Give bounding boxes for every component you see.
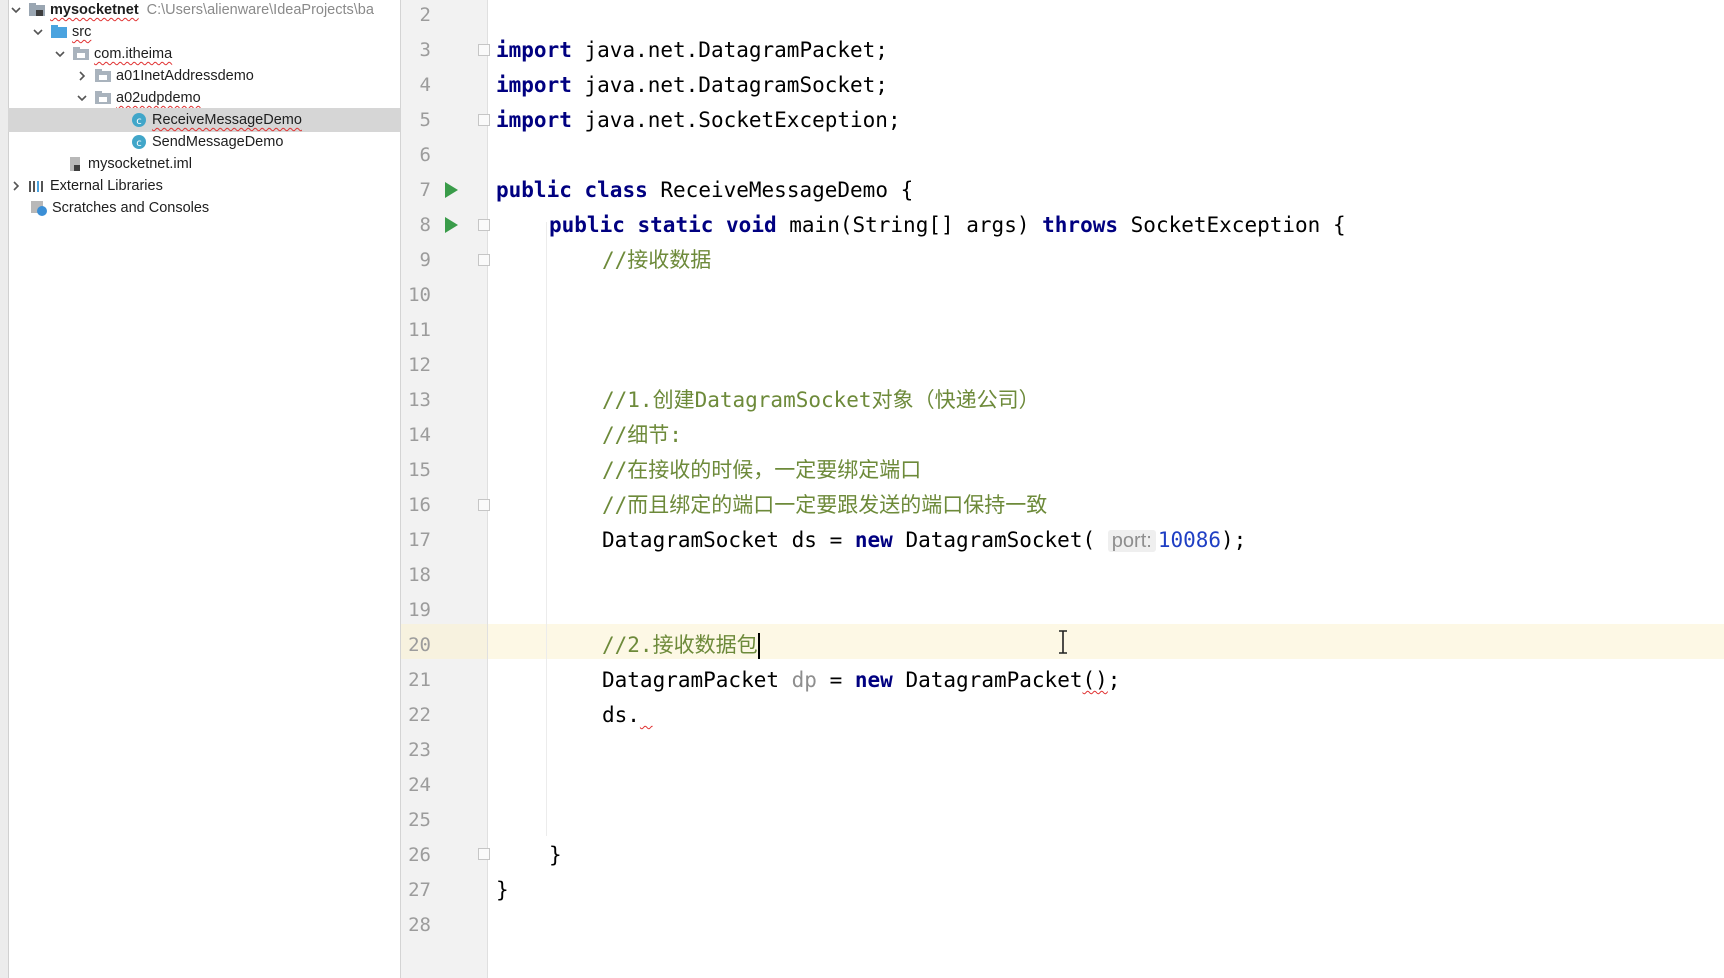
code-line-4[interactable]: import java.net.DatagramSocket; — [496, 68, 888, 103]
code-line-26-brace[interactable]: } — [549, 838, 562, 873]
src-label: src — [72, 24, 92, 40]
code-line-14-comment[interactable]: //细节: — [602, 418, 682, 453]
module-file-icon — [66, 156, 84, 172]
svg-text:c: c — [136, 138, 142, 149]
code-line-7[interactable]: public class ReceiveMessageDemo { — [496, 173, 913, 208]
tree-item-src[interactable]: src — [30, 20, 400, 44]
line-number: 8 — [419, 214, 431, 236]
fold-marker-icon[interactable] — [478, 499, 490, 511]
tree-item-external-libraries[interactable]: External Libraries — [8, 174, 400, 198]
fold-marker-icon[interactable] — [478, 848, 490, 860]
line-number: 2 — [419, 4, 431, 26]
line-number: 7 — [419, 179, 431, 201]
line-number: 12 — [408, 354, 431, 376]
line-number: 26 — [408, 844, 431, 866]
java-class-icon: c — [130, 134, 148, 150]
folder-a02-label: a02udpdemo — [116, 90, 201, 106]
chevron-right-icon[interactable] — [74, 68, 90, 84]
tree-item-folder-a02[interactable]: a02udpdemo — [74, 86, 400, 110]
line-number: 9 — [419, 249, 431, 271]
parameter-hint: port: — [1107, 530, 1156, 552]
chevron-down-icon[interactable] — [8, 2, 24, 18]
scratches-label: Scratches and Consoles — [52, 200, 210, 216]
line-number: 24 — [408, 774, 431, 796]
line-number: 28 — [408, 914, 431, 936]
line-number: 3 — [419, 39, 431, 61]
java-class-icon: c — [130, 112, 148, 128]
fold-marker-icon[interactable] — [478, 114, 490, 126]
tree-item-scratches[interactable]: Scratches and Consoles — [8, 196, 400, 220]
tree-item-iml[interactable]: mysocketnet.iml — [8, 152, 400, 176]
package-icon — [72, 46, 90, 62]
svg-text:c: c — [136, 116, 142, 127]
code-line-13-comment[interactable]: //1.创建DatagramSocket对象（快递公司） — [602, 383, 1040, 418]
chevron-down-icon[interactable] — [30, 24, 46, 40]
tree-item-project-root[interactable]: mysocketnet C:\Users\alienware\IdeaProje… — [8, 0, 400, 22]
line-number: 18 — [408, 564, 431, 586]
fold-marker-icon[interactable] — [478, 254, 490, 266]
code-line-20-comment[interactable]: //2.接收数据包 — [602, 628, 760, 663]
project-root-path: C:\Users\alienware\IdeaProjects\ba — [146, 2, 374, 18]
library-icon — [28, 178, 46, 194]
code-line-9-comment[interactable]: //接收数据 — [602, 243, 711, 278]
tree-item-package[interactable]: com.itheima — [52, 42, 400, 66]
chevron-down-icon[interactable] — [52, 46, 68, 62]
chevron-right-icon[interactable] — [8, 178, 24, 194]
code-line-3[interactable]: import java.net.DatagramPacket; — [496, 33, 888, 68]
package-icon — [94, 68, 112, 84]
code-line-5[interactable]: import java.net.SocketException; — [496, 103, 901, 138]
line-number: 6 — [419, 144, 431, 166]
line-number: 13 — [408, 389, 431, 411]
code-line-16-comment[interactable]: //而且绑定的端口一定要跟发送的端口保持一致 — [602, 488, 1047, 523]
line-number: 11 — [408, 319, 431, 341]
code-line-15-comment[interactable]: //在接收的时候，一定要绑定端口 — [602, 453, 921, 488]
receive-message-demo-label: ReceiveMessageDemo — [152, 112, 302, 128]
run-main-icon[interactable] — [445, 217, 458, 233]
tree-item-send-message-demo[interactable]: c SendMessageDemo — [8, 130, 400, 154]
line-number: 17 — [408, 529, 431, 551]
chevron-down-icon[interactable] — [74, 90, 90, 106]
line-number: 20 — [408, 634, 431, 656]
code-line-22[interactable]: ds._ — [602, 698, 653, 733]
line-number: 23 — [408, 739, 431, 761]
line-number: 21 — [408, 669, 431, 691]
line-number: 14 — [408, 424, 431, 446]
source-folder-icon — [50, 24, 68, 40]
run-class-icon[interactable] — [445, 182, 458, 198]
text-caret — [757, 633, 760, 659]
folder-a01-label: a01InetAddressdemo — [116, 68, 254, 84]
iml-label: mysocketnet.iml — [88, 156, 192, 172]
code-line-8[interactable]: public static void main(String[] args) t… — [549, 208, 1346, 243]
line-number: 27 — [408, 879, 431, 901]
project-tree-panel: mysocketnet C:\Users\alienware\IdeaProje… — [0, 0, 401, 978]
project-root-label: mysocketnet — [50, 2, 139, 18]
fold-marker-icon[interactable] — [478, 44, 490, 56]
fold-marker-icon[interactable] — [478, 219, 490, 231]
text-cursor-icon — [1059, 630, 1067, 654]
tree-item-folder-a01[interactable]: a01InetAddressdemo — [74, 64, 400, 88]
line-number: 19 — [408, 599, 431, 621]
line-number: 10 — [408, 284, 431, 306]
line-number: 5 — [419, 109, 431, 131]
line-number: 22 — [408, 704, 431, 726]
line-number: 4 — [419, 74, 431, 96]
indent-guide — [546, 222, 547, 836]
line-number: 25 — [408, 809, 431, 831]
code-line-21[interactable]: DatagramPacket dp = new DatagramPacket()… — [602, 663, 1120, 698]
line-number: 15 — [408, 459, 431, 481]
code-line-27-brace[interactable]: } — [496, 873, 509, 908]
external-libraries-label: External Libraries — [50, 178, 163, 194]
code-line-17[interactable]: DatagramSocket ds = new DatagramSocket( … — [602, 523, 1246, 558]
tree-item-receive-message-demo[interactable]: c ReceiveMessageDemo — [8, 108, 400, 132]
scratches-icon — [30, 200, 48, 216]
line-number: 16 — [408, 494, 431, 516]
package-icon — [94, 90, 112, 106]
editor-gutter: 2 3 4 5 6 7 8 9 10 11 12 13 14 15 16 17 … — [401, 0, 488, 978]
send-message-demo-label: SendMessageDemo — [152, 134, 284, 150]
package-label: com.itheima — [94, 46, 173, 62]
project-folder-icon — [28, 2, 46, 18]
